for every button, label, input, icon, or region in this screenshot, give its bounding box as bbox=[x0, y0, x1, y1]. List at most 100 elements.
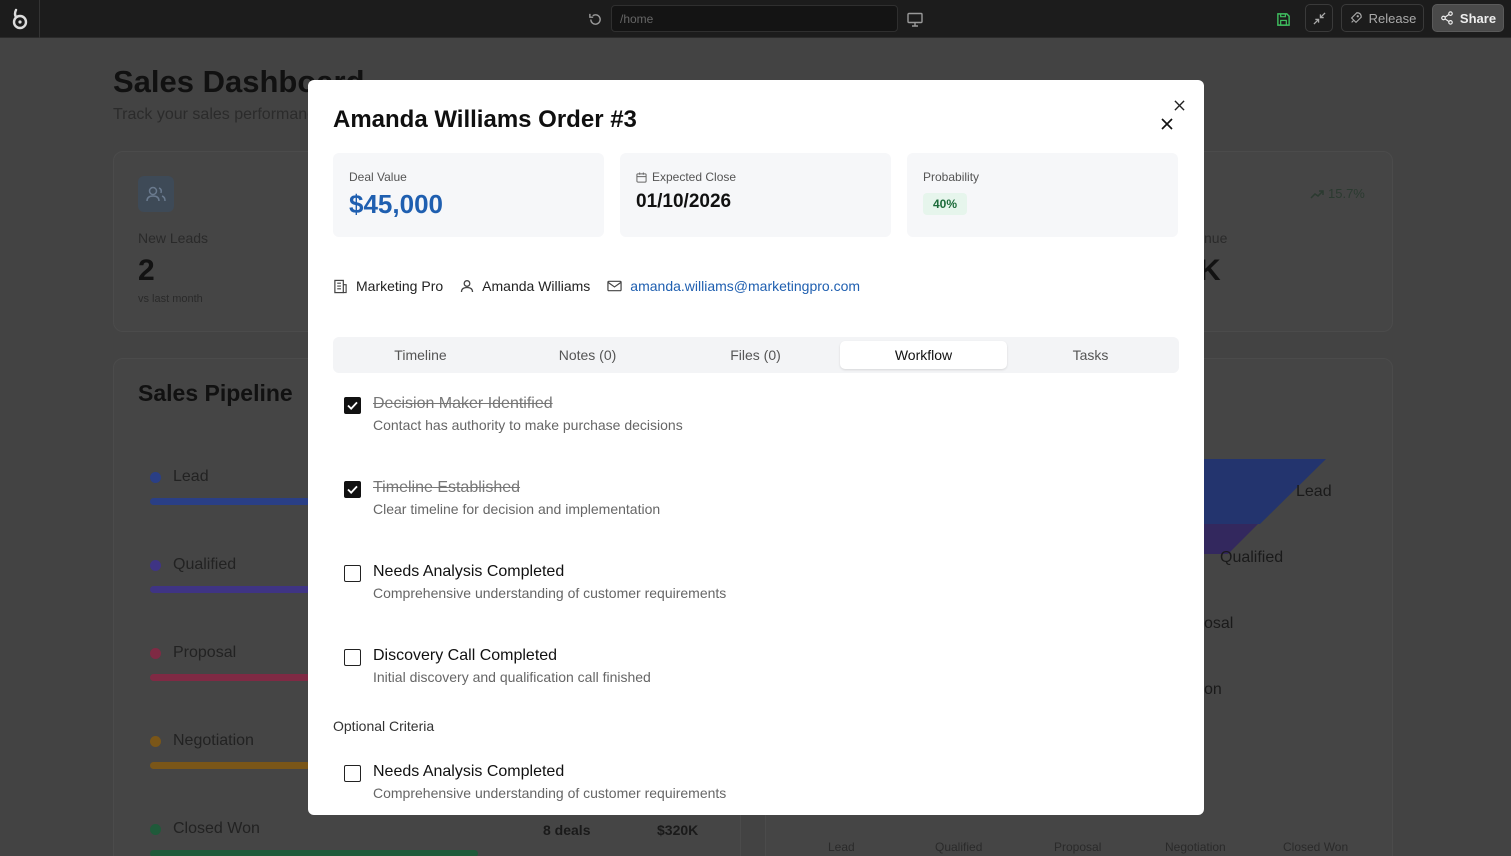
release-label: Release bbox=[1368, 10, 1417, 26]
checklist-checkbox[interactable] bbox=[344, 397, 361, 414]
pipeline-stage-proposal: Proposal bbox=[150, 644, 236, 662]
checklist-desc: Comprehensive understanding of customer … bbox=[373, 585, 727, 601]
check-icon bbox=[347, 485, 358, 494]
company-info: Marketing Pro bbox=[333, 278, 443, 294]
stage-bar-proposal bbox=[150, 674, 310, 681]
close-icon bbox=[1173, 99, 1185, 111]
app-logo[interactable] bbox=[0, 0, 40, 38]
mail-icon bbox=[607, 280, 622, 292]
email-link[interactable]: amanda.williams@marketingpro.com bbox=[630, 278, 860, 294]
tab-notes[interactable]: Notes (0) bbox=[504, 341, 671, 369]
stage-dot bbox=[150, 471, 161, 483]
checklist-desc: Clear timeline for decision and implemen… bbox=[373, 501, 661, 517]
checklist-title: Needs Analysis Completed bbox=[373, 763, 565, 780]
deal-value-label: Deal Value bbox=[349, 170, 407, 184]
stage-label: Proposal bbox=[173, 644, 237, 661]
deal-value: $45,000 bbox=[349, 189, 443, 219]
checklist-title: Timeline Established bbox=[373, 479, 521, 496]
probability-badge: 40% bbox=[923, 193, 968, 215]
save-icon bbox=[1276, 12, 1290, 26]
tab-files[interactable]: Files (0) bbox=[672, 341, 839, 369]
new-leads-value: 2 bbox=[138, 254, 155, 287]
stage-dot bbox=[150, 823, 161, 835]
expected-close-label: Expected Close bbox=[652, 170, 737, 184]
users-icon bbox=[146, 186, 166, 202]
dashboard-subtitle: Track your sales performance bbox=[113, 106, 325, 123]
email-info: amanda.williams@marketingpro.com bbox=[607, 278, 860, 294]
funnel-label-qualified: Qualified bbox=[1220, 549, 1284, 566]
x-label-qualified: Qualified bbox=[935, 840, 983, 854]
expected-close-label-row: Expected Close bbox=[636, 170, 736, 184]
reload-icon bbox=[588, 13, 601, 25]
checklist-checkbox[interactable] bbox=[344, 565, 361, 582]
check-icon bbox=[347, 401, 358, 410]
checklist-checkbox[interactable] bbox=[344, 649, 361, 666]
release-button[interactable]: Release bbox=[1341, 4, 1424, 32]
stage-bar-qualified bbox=[150, 586, 310, 593]
revenue-label: nue bbox=[1204, 230, 1228, 246]
x-label-negotiation: Negotiation bbox=[1165, 840, 1226, 854]
reload-button[interactable] bbox=[584, 8, 606, 30]
device-preview-button[interactable] bbox=[904, 8, 926, 30]
checklist-desc: Initial discovery and qualification call… bbox=[373, 669, 651, 685]
funnel-label-proposal: osal bbox=[1204, 615, 1234, 632]
funnel-label-lead: Lead bbox=[1296, 483, 1332, 500]
probability-card: Probability 40% bbox=[907, 153, 1178, 237]
tab-timeline[interactable]: Timeline bbox=[337, 341, 504, 369]
modal-title: Amanda Williams Order #3 bbox=[333, 106, 637, 133]
deal-value-card: Deal Value $45,000 bbox=[333, 153, 604, 237]
share-label: Share bbox=[1459, 10, 1497, 26]
new-leads-foot: vs last month bbox=[138, 293, 203, 305]
pipeline-stage-lead: Lead bbox=[150, 468, 209, 486]
stage-label: Qualified bbox=[173, 556, 237, 573]
stage-dot bbox=[150, 735, 161, 747]
save-button[interactable] bbox=[1270, 6, 1296, 32]
x-label-closed-won: Closed Won bbox=[1283, 840, 1349, 854]
tab-workflow[interactable]: Workflow bbox=[840, 341, 1007, 369]
pipeline-stage-closed-won: Closed Won bbox=[150, 820, 260, 838]
calendar-icon bbox=[636, 171, 647, 183]
expected-close-card: Expected Close 01/10/2026 bbox=[620, 153, 891, 237]
leads-stat-icon bbox=[138, 176, 174, 212]
checklist-checkbox[interactable] bbox=[344, 481, 361, 498]
checklist-checkbox[interactable] bbox=[344, 765, 361, 782]
rocket-icon bbox=[1350, 12, 1362, 24]
stage-bar-closed-won bbox=[150, 850, 478, 856]
closed-won-deals: 8 deals bbox=[543, 822, 591, 838]
contact-name: Amanda Williams bbox=[482, 278, 591, 294]
top-bar: /home Release Share bbox=[0, 0, 1511, 38]
share-button[interactable]: Share bbox=[1432, 4, 1504, 32]
closed-won-amount: $320K bbox=[657, 822, 699, 838]
x-label-proposal: Proposal bbox=[1054, 840, 1102, 854]
contact-info: Amanda Williams bbox=[460, 278, 590, 294]
company-name: Marketing Pro bbox=[356, 278, 444, 294]
probability-label: Probability bbox=[923, 170, 980, 184]
collapse-button[interactable] bbox=[1305, 4, 1333, 32]
x-label-lead: Lead bbox=[828, 840, 855, 854]
stage-label: Lead bbox=[173, 468, 209, 485]
monitor-icon bbox=[907, 12, 923, 27]
checklist-title: Needs Analysis Completed bbox=[373, 563, 565, 580]
stage-label: Negotiation bbox=[173, 732, 254, 749]
new-leads-label: New Leads bbox=[138, 230, 209, 246]
url-input[interactable]: /home bbox=[611, 5, 898, 32]
trend-value: 15.7% bbox=[1328, 186, 1365, 201]
stage-label: Closed Won bbox=[173, 820, 260, 837]
checklist-desc: Contact has authority to make purchase d… bbox=[373, 417, 683, 433]
building-icon bbox=[334, 279, 347, 293]
trending-up-icon bbox=[1310, 189, 1324, 199]
modal-close-button[interactable] bbox=[1170, 96, 1188, 114]
stage-dot bbox=[150, 647, 161, 659]
revenue-trend: 15.7% bbox=[1310, 186, 1365, 201]
user-icon bbox=[461, 280, 474, 293]
dialog-close-button[interactable] bbox=[1157, 114, 1177, 134]
checklist-desc: Comprehensive understanding of customer … bbox=[373, 785, 727, 801]
share-icon bbox=[1441, 11, 1453, 25]
tab-tasks[interactable]: Tasks bbox=[1007, 341, 1174, 369]
checklist-title: Decision Maker Identified bbox=[373, 395, 553, 412]
stage-dot bbox=[150, 559, 161, 571]
sales-pipeline-title: Sales Pipeline bbox=[138, 380, 293, 406]
collapse-icon bbox=[1312, 11, 1326, 25]
checklist-title: Discovery Call Completed bbox=[373, 647, 558, 664]
expected-close-date: 01/10/2026 bbox=[636, 191, 732, 212]
